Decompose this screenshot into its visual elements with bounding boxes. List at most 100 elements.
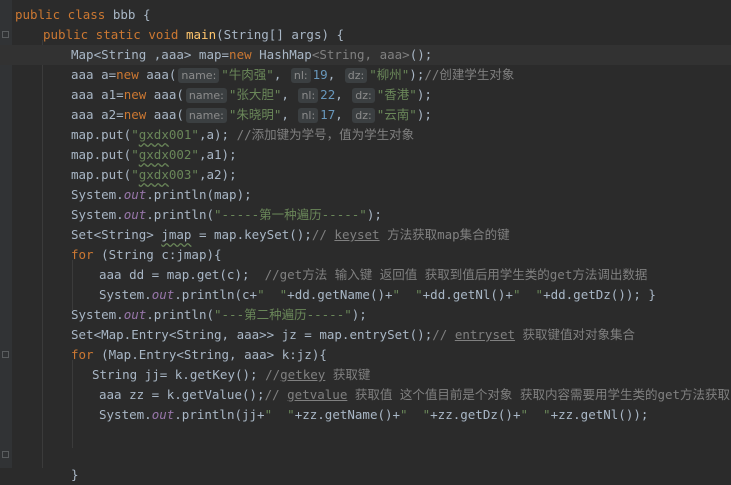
code-token: , xyxy=(273,67,289,82)
code-token: new xyxy=(123,107,154,122)
code-token: // xyxy=(432,327,455,342)
code-token: HashMap xyxy=(259,47,312,62)
code-token: ); xyxy=(416,107,432,122)
code-token: 17 xyxy=(320,107,336,122)
code-token: new xyxy=(123,87,154,102)
code-token: +zz.getDz()+ xyxy=(430,407,521,422)
code-token: 22 xyxy=(320,87,336,102)
code-token: , xyxy=(281,107,297,122)
code-line[interactable]: Set<Map.Entry<String, aaa>> jz = map.ent… xyxy=(0,325,731,345)
code-token: gxdx xyxy=(138,147,169,162)
code-line[interactable]: map.put("gxdx002",a1); xyxy=(0,145,731,165)
parameter-hint: name: xyxy=(178,68,220,83)
code-token: .println( xyxy=(146,207,214,222)
code-line[interactable]: System.out.println(map); xyxy=(0,185,731,205)
code-token: (Map.Entry<String, aaa> k:jz){ xyxy=(101,347,327,362)
code-token: System. xyxy=(99,407,152,422)
code-line[interactable] xyxy=(0,445,731,465)
code-token: map.put( xyxy=(71,167,132,182)
code-token: keyset xyxy=(334,227,380,242)
code-token: , xyxy=(327,67,343,82)
code-line[interactable]: String jj= k.getKey(); //getkey 获取键 xyxy=(0,365,731,385)
parameter-hint: dz: xyxy=(344,68,368,83)
code-line[interactable]: map.put("gxdx001",a); //添加键为学号，值为学生对象 xyxy=(0,125,731,145)
code-token: = map.keySet(); xyxy=(191,227,312,242)
code-token: public static void xyxy=(43,27,186,42)
code-token: ,a); xyxy=(198,127,237,142)
code-token: 002" xyxy=(168,147,199,162)
code-line[interactable]: } xyxy=(0,465,731,485)
parameter-hint: dz: xyxy=(352,88,375,103)
code-token: "张大胆" xyxy=(228,87,282,102)
code-token: entryset xyxy=(454,327,516,342)
code-line[interactable]: aaa a=new aaa(name: "牛肉强", nl: 19, dz: "柳州"… xyxy=(0,65,731,85)
code-token: out xyxy=(151,407,175,422)
code-token: 003" xyxy=(168,167,199,182)
code-line[interactable]: System.out.println("-----第一种遍历-----"); xyxy=(0,205,731,225)
code-token: .println(c+ xyxy=(174,287,258,302)
code-line[interactable]: aaa dd = map.get(c); //get方法 输入键 返回值 获取到… xyxy=(0,265,731,285)
code-token: // xyxy=(264,387,288,402)
code-line[interactable] xyxy=(0,425,731,445)
code-token: getvalue xyxy=(287,387,348,402)
code-token: 获取键 xyxy=(325,367,371,382)
code-line[interactable]: for (String c:jmap){ xyxy=(0,245,731,265)
code-token: " xyxy=(131,147,139,162)
code-token: , xyxy=(335,87,351,102)
parameter-hint: name: xyxy=(185,88,227,103)
parameter-hint: nl: xyxy=(298,108,319,123)
code-token: ); xyxy=(416,87,432,102)
code-line[interactable]: map.put("gxdx003",a2); xyxy=(0,165,731,185)
code-token: <String, aaa> xyxy=(311,47,410,62)
code-token: new xyxy=(229,47,260,62)
code-token: +zz.getName()+ xyxy=(294,407,401,422)
code-token: " " xyxy=(520,407,551,422)
code-token: String jj= k.getKey(); xyxy=(92,367,266,382)
code-token: " " xyxy=(257,287,288,302)
code-token: System. xyxy=(71,207,124,222)
code-token: aaa( xyxy=(146,67,177,82)
code-token: aaa( xyxy=(153,107,184,122)
parameter-hint: nl: xyxy=(298,88,319,103)
code-line[interactable]: aaa a1=new aaa(name: "张大胆", nl: 22, dz: "香港… xyxy=(0,85,731,105)
code-line[interactable]: Map<String ,aaa> map=new HashMap<String,… xyxy=(0,45,731,65)
code-token: map.put( xyxy=(71,127,132,142)
code-line[interactable]: for (Map.Entry<String, aaa> k:jz){ xyxy=(0,345,731,365)
code-line[interactable]: aaa zz = k.getValue();// getvalue 获取值 这个… xyxy=(0,385,731,405)
code-token: getkey xyxy=(280,367,326,382)
parameter-hint: dz: xyxy=(352,108,375,123)
parameter-hint: name: xyxy=(185,108,227,123)
code-token: .println( xyxy=(146,307,214,322)
code-token: Map<String ,aaa> map= xyxy=(71,47,230,62)
code-line[interactable]: System.out.println(c+" "+dd.getName()+" … xyxy=(0,285,731,305)
code-token: //创建学生对象 xyxy=(424,67,515,82)
code-token: ,a2); xyxy=(198,167,237,182)
code-token: .println(jj+ xyxy=(174,407,265,422)
code-token: //添加键为学号，值为学生对象 xyxy=(236,127,415,142)
code-token: gxdx xyxy=(138,167,169,182)
code-token: ); xyxy=(409,67,425,82)
code-token: jmap xyxy=(161,227,192,242)
code-token: 获取值 这个值目前是个对象 获取内容需要用学生类的get方法获取 xyxy=(347,387,731,402)
code-editor[interactable]: public class bbb {public static void mai… xyxy=(0,0,731,482)
code-line[interactable]: System.out.println("---第二种遍历-----"); xyxy=(0,305,731,325)
code-line[interactable]: public static void main(String[] args) { xyxy=(0,25,731,45)
code-token: aaa a2= xyxy=(71,107,124,122)
code-token: (String[] args) { xyxy=(216,27,345,42)
code-token: .println(map); xyxy=(146,187,252,202)
code-line[interactable]: aaa a2=new aaa(name: "朱晓明", nl: 17, dz: "云南… xyxy=(0,105,731,125)
code-token: "香港" xyxy=(376,87,417,102)
code-token: 19 xyxy=(312,67,328,82)
code-token: aaa( xyxy=(153,87,184,102)
code-line[interactable]: Set<String> jmap = map.keySet();// keyse… xyxy=(0,225,731,245)
code-line[interactable]: System.out.println(jj+" "+zz.getName()+"… xyxy=(0,405,731,425)
code-token: Set<String> xyxy=(71,227,162,242)
code-token: // xyxy=(265,367,281,382)
code-token: out xyxy=(151,287,175,302)
code-token: out xyxy=(123,187,147,202)
code-token: "-----第一种遍历-----" xyxy=(214,207,367,222)
code-token: ); xyxy=(351,307,367,322)
code-token: " " xyxy=(392,287,423,302)
parameter-hint: nl: xyxy=(290,68,311,83)
code-line[interactable]: public class bbb { xyxy=(0,5,731,25)
